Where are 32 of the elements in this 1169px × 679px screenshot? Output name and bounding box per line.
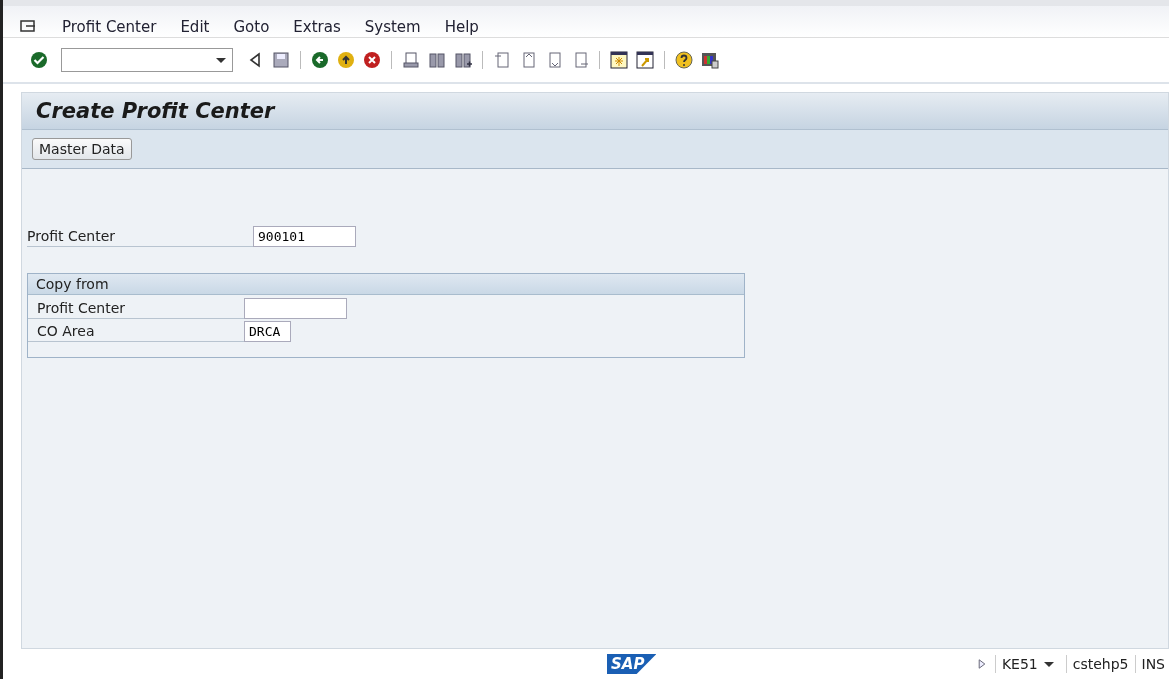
master-data-button[interactable]: Master Data (32, 138, 132, 160)
exit-icon[interactable] (336, 50, 356, 70)
back-icon[interactable] (310, 50, 330, 70)
dropdown-caret-icon[interactable] (1043, 661, 1054, 667)
menu-item[interactable]: Help (444, 17, 479, 36)
shortcut-icon[interactable] (635, 50, 655, 70)
cancel-icon[interactable] (362, 50, 382, 70)
transaction-code[interactable]: KE51 (1001, 656, 1038, 672)
checkmark-icon[interactable] (29, 50, 49, 70)
command-field[interactable] (61, 48, 233, 72)
input-field[interactable]: 900101 (253, 226, 356, 247)
input-field[interactable] (244, 298, 347, 319)
sap-logo: SAP (607, 654, 657, 674)
field-label: CO Area (28, 321, 244, 342)
menu-item[interactable]: Profit Center (62, 17, 157, 36)
menu-item[interactable]: System (364, 17, 421, 36)
menu-item[interactable]: Extras (293, 17, 341, 36)
insert-mode: INS (1141, 656, 1165, 672)
dropdown-caret-icon (216, 57, 226, 63)
help-icon[interactable] (674, 50, 694, 70)
layout-settings-icon[interactable] (700, 50, 720, 70)
group-title: Copy from (28, 274, 744, 295)
input-field[interactable]: DRCA (244, 321, 291, 342)
menu-item[interactable]: Edit (180, 17, 210, 36)
menu-item[interactable]: Goto (233, 17, 270, 36)
field-label: Profit Center (27, 226, 253, 247)
server-name: cstehp5 (1072, 656, 1129, 672)
save-icon[interactable] (271, 50, 291, 70)
screen-title: Create Profit Center (36, 99, 275, 123)
print-icon[interactable] (401, 50, 421, 70)
field-label: Profit Center (28, 298, 244, 319)
new-session-icon[interactable] (609, 50, 629, 70)
